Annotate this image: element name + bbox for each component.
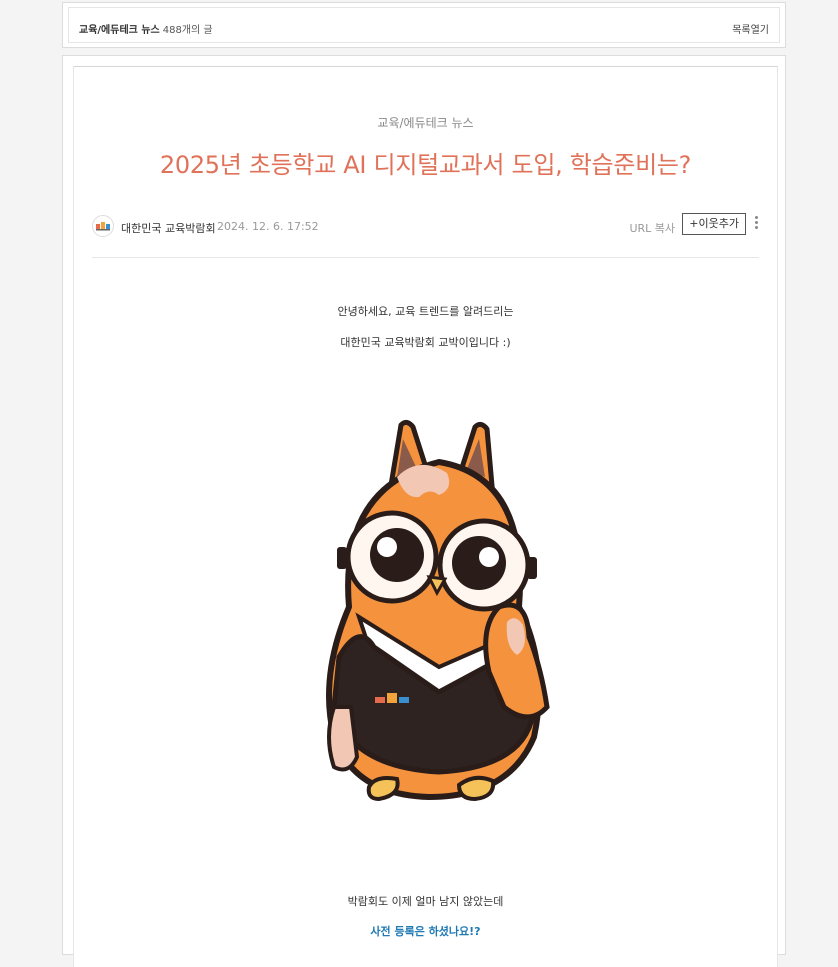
category-list-bar-inner: 교육/에듀테크 뉴스 488개의 글 목록열기 <box>68 7 780 43</box>
author-avatar[interactable] <box>92 215 114 237</box>
paragraph-2: 대한민국 교육박람회 교박이입니다 :) <box>340 336 511 349</box>
add-neighbor-button[interactable]: +이웃추가 <box>682 213 746 235</box>
paragraph-3: 박람회도 이제 얼마 남지 않았는데 <box>347 895 504 908</box>
category-header[interactable]: 교육/에듀테크 뉴스 488개의 글 <box>79 21 213 36</box>
url-copy-button[interactable]: URL 복사 <box>629 220 675 236</box>
post-author-row: 대한민국 교육박람회 2024. 12. 6. 17:52 URL 복사 +이웃… <box>92 213 759 258</box>
category-name[interactable]: 교육/에듀테크 뉴스 <box>79 25 160 36</box>
paragraph-1: 안녕하세요, 교육 트렌드를 알려드리는 <box>337 305 514 318</box>
paragraph-4-highlight[interactable]: 사전 등록은 하셨나요!? <box>74 923 777 939</box>
post-title: 2025년 초등학교 AI 디지털교과서 도입, 학습준비는? <box>159 151 692 179</box>
expo-logo-icon <box>96 222 110 231</box>
owl-mascot-image <box>326 419 550 802</box>
post-container: 교육/에듀테크 뉴스 2025년 초등학교 AI 디지털교과서 도입, 학습준비… <box>73 66 778 967</box>
more-vertical-icon[interactable] <box>753 214 759 234</box>
author-name[interactable]: 대한민국 교육박람회 <box>121 220 216 236</box>
category-list-bar: 교육/에듀테크 뉴스 488개의 글 목록열기 <box>62 2 786 48</box>
post-date: 2024. 12. 6. 17:52 <box>217 220 319 233</box>
post-category-link[interactable]: 교육/에듀테크 뉴스 <box>74 114 777 131</box>
open-list-button[interactable]: 목록열기 <box>732 21 769 36</box>
post-count: 488개의 글 <box>162 25 213 36</box>
post-frame: 교육/에듀테크 뉴스 2025년 초등학교 AI 디지털교과서 도입, 학습준비… <box>62 55 786 967</box>
